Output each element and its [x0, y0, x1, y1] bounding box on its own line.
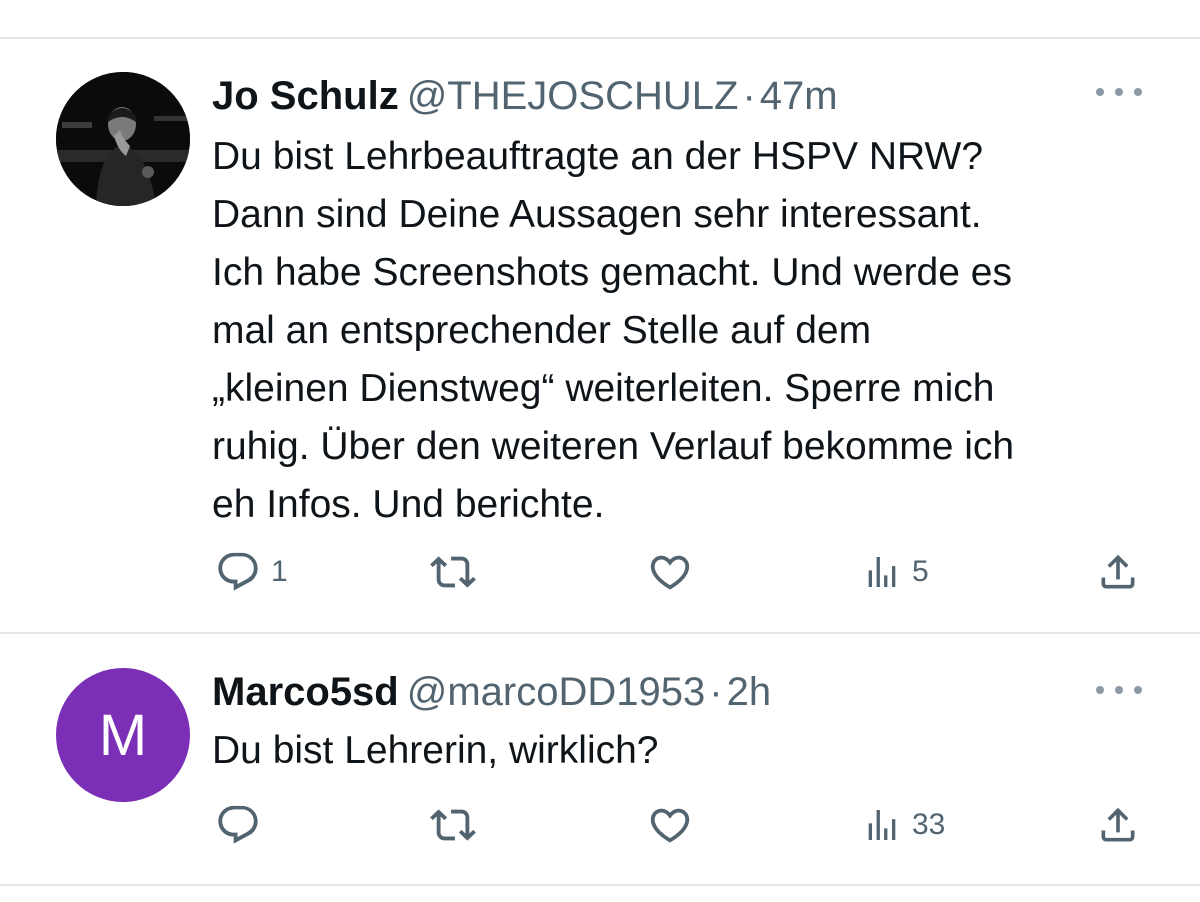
more-icon[interactable] — [1096, 680, 1142, 700]
tweet-text: Du bist Lehrbeauftragte an der HSPV NRW?… — [212, 128, 1172, 534]
heart-icon — [650, 555, 690, 590]
tweet[interactable]: M Marco5sd @marcoDD1953 · 2h Du bist Lehrer… — [0, 668, 1200, 858]
tweet[interactable]: Jo Schulz @THEJOSCHULZ · 47m Du bist Lehrbe… — [0, 72, 1200, 612]
reply-button[interactable]: 1 — [215, 547, 288, 597]
tweet-header: Marco5sd @marcoDD1953 · 2h — [212, 668, 771, 716]
avatar-letter: M — [98, 702, 148, 768]
timestamp[interactable]: 2h — [727, 670, 772, 714]
views-count: 5 — [912, 555, 929, 588]
retweet-icon — [430, 556, 476, 588]
retweet-button[interactable] — [427, 800, 479, 850]
tweet-text-line: Ich habe Screenshots gemacht. Und werde … — [212, 251, 1012, 294]
tweet-header: Jo Schulz @THEJOSCHULZ · 47m — [212, 72, 838, 120]
tweet-text-line: eh Infos. Und berichte. — [212, 483, 605, 526]
tweet-text-line: mal an entsprechender Stelle auf dem — [212, 309, 872, 352]
separator-dot: · — [709, 670, 723, 714]
reply-icon — [218, 552, 258, 591]
action-bar: 33 — [0, 800, 1200, 850]
tweet-text-line: Du bist Lehrbeauftragte an der HSPV NRW? — [212, 135, 984, 178]
avatar[interactable]: M — [56, 668, 190, 802]
retweet-icon — [430, 809, 476, 841]
reply-button[interactable] — [215, 800, 271, 850]
author-handle[interactable]: @marcoDD1953 — [407, 670, 706, 714]
bottom-divider — [0, 884, 1200, 886]
retweet-button[interactable] — [427, 547, 479, 597]
like-button[interactable] — [647, 800, 693, 850]
top-divider — [0, 37, 1200, 39]
share-button[interactable] — [1096, 800, 1140, 850]
author-handle[interactable]: @THEJOSCHULZ — [407, 74, 739, 118]
views-button[interactable]: 5 — [862, 547, 929, 597]
timestamp[interactable]: 47m — [760, 74, 838, 118]
views-button[interactable]: 33 — [862, 800, 945, 850]
tweet-text-line: Dann sind Deine Aussagen sehr interessan… — [212, 193, 982, 236]
author-name[interactable]: Jo Schulz — [212, 74, 399, 118]
share-button[interactable] — [1096, 547, 1140, 597]
tweet-text-line: „kleinen Dienstweg“ weiterleiten. Sperre… — [212, 367, 995, 410]
author-name[interactable]: Marco5sd — [212, 670, 399, 714]
like-button[interactable] — [647, 547, 693, 597]
avatar-photo-icon — [56, 72, 190, 206]
tweet-text-line: ruhig. Über den weiteren Verlauf bekomme… — [212, 425, 1015, 468]
heart-icon — [650, 808, 690, 843]
tweet-text: Du bist Lehrerin, wirklich? — [212, 722, 1172, 780]
avatar[interactable] — [56, 72, 190, 206]
more-icon[interactable] — [1096, 82, 1142, 102]
separator-dot: · — [742, 74, 756, 118]
reply-count: 1 — [271, 555, 288, 588]
action-bar: 1 5 — [0, 547, 1200, 597]
share-icon — [1101, 807, 1135, 842]
share-icon — [1101, 554, 1135, 589]
reply-icon — [218, 805, 258, 844]
views-icon — [868, 810, 896, 840]
views-count: 33 — [912, 808, 946, 841]
views-icon — [868, 557, 896, 587]
tweet-text-line: Du bist Lehrerin, wirklich? — [212, 729, 659, 772]
tweet-divider — [0, 632, 1200, 634]
